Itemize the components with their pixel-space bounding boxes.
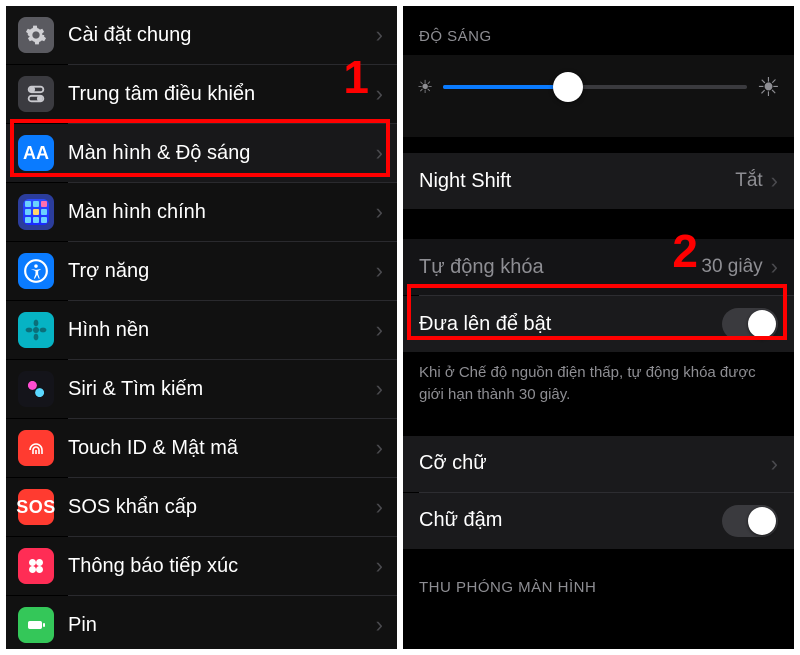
row-label: Night Shift <box>419 170 735 193</box>
row-label: Đưa lên để bật <box>419 313 722 336</box>
chevron-right-icon: › <box>369 494 383 520</box>
raise-to-wake-toggle[interactable] <box>722 308 778 340</box>
chevron-right-icon: › <box>771 168 778 194</box>
chevron-right-icon: › <box>369 612 383 638</box>
brightness-control: ☀ ☀ <box>403 55 794 137</box>
settings-item-wallpaper[interactable]: Hình nền › <box>6 301 397 359</box>
chevron-right-icon: › <box>369 376 383 402</box>
row-value: 30 giây <box>701 256 762 278</box>
settings-item-label: Trợ năng <box>68 260 369 283</box>
settings-item-label: Cài đặt chung <box>68 24 369 47</box>
settings-item-label: Touch ID & Mật mã <box>68 437 369 460</box>
chevron-right-icon: › <box>771 254 778 280</box>
accessibility-icon <box>18 253 54 289</box>
settings-item-siri[interactable]: Siri & Tìm kiếm › <box>6 360 397 418</box>
settings-item-battery[interactable]: Pin › <box>6 596 397 649</box>
exposure-icon <box>18 548 54 584</box>
slider-thumb[interactable] <box>553 72 583 102</box>
settings-item-label: Siri & Tìm kiếm <box>68 378 369 401</box>
chevron-right-icon: › <box>771 451 778 477</box>
fingerprint-icon <box>18 430 54 466</box>
section-header-brightness: ĐỘ SÁNG <box>403 6 794 55</box>
settings-item-label: Trung tâm điều khiển <box>68 83 369 106</box>
raise-to-wake-row[interactable]: Đưa lên để bật <box>403 296 794 352</box>
bold-text-toggle[interactable] <box>722 505 778 537</box>
row-label: Tự động khóa <box>419 256 701 279</box>
settings-item-display-brightness[interactable]: AA Màn hình & Độ sáng › <box>6 124 397 182</box>
switches-icon <box>18 76 54 112</box>
battery-icon <box>18 607 54 643</box>
settings-item-general[interactable]: Cài đặt chung › <box>6 6 397 64</box>
settings-item-home-screen[interactable]: Màn hình chính › <box>6 183 397 241</box>
settings-item-exposure[interactable]: Thông báo tiếp xúc › <box>6 537 397 595</box>
chevron-right-icon: › <box>369 22 383 48</box>
settings-item-label: Hình nền <box>68 319 369 342</box>
settings-item-control-center[interactable]: Trung tâm điều khiển › <box>6 65 397 123</box>
flower-icon <box>18 312 54 348</box>
gear-icon <box>18 17 54 53</box>
auto-lock-footer-note: Khi ở Chế độ nguồn điện thấp, tự động kh… <box>403 352 794 406</box>
settings-item-label: Màn hình & Độ sáng <box>68 142 369 165</box>
home-grid-icon <box>18 194 54 230</box>
settings-item-accessibility[interactable]: Trợ năng › <box>6 242 397 300</box>
chevron-right-icon: › <box>369 81 383 107</box>
brightness-slider[interactable] <box>443 85 747 89</box>
siri-icon <box>18 371 54 407</box>
settings-item-label: SOS khẩn cấp <box>68 496 369 519</box>
row-label: Cỡ chữ <box>419 452 771 475</box>
chevron-right-icon: › <box>369 140 383 166</box>
night-shift-row[interactable]: Night Shift Tắt › <box>403 153 794 209</box>
chevron-right-icon: › <box>369 199 383 225</box>
sos-icon: SOS <box>18 489 54 525</box>
settings-item-touchid[interactable]: Touch ID & Mật mã › <box>6 419 397 477</box>
section-header-zoom: THU PHÓNG MÀN HÌNH <box>403 549 794 606</box>
settings-main-screen: Cài đặt chung › Trung tâm điều khiển › A… <box>6 6 397 649</box>
sun-small-icon: ☀ <box>417 77 433 98</box>
row-label: Chữ đậm <box>419 509 722 532</box>
settings-item-label: Thông báo tiếp xúc <box>68 555 369 578</box>
row-value: Tắt <box>735 170 762 192</box>
auto-lock-row[interactable]: Tự động khóa 30 giây › <box>403 239 794 295</box>
chevron-right-icon: › <box>369 258 383 284</box>
settings-item-sos[interactable]: SOS SOS khẩn cấp › <box>6 478 397 536</box>
settings-item-label: Màn hình chính <box>68 201 369 224</box>
chevron-right-icon: › <box>369 317 383 343</box>
settings-item-label: Pin <box>68 614 369 637</box>
text-size-row[interactable]: Cỡ chữ › <box>403 436 794 492</box>
display-brightness-screen: ĐỘ SÁNG ☀ ☀ Night Shift Tắt › Tự động kh… <box>403 6 794 649</box>
text-size-icon: AA <box>18 135 54 171</box>
bold-text-row[interactable]: Chữ đậm <box>403 493 794 549</box>
chevron-right-icon: › <box>369 435 383 461</box>
chevron-right-icon: › <box>369 553 383 579</box>
sun-large-icon: ☀ <box>757 72 780 103</box>
